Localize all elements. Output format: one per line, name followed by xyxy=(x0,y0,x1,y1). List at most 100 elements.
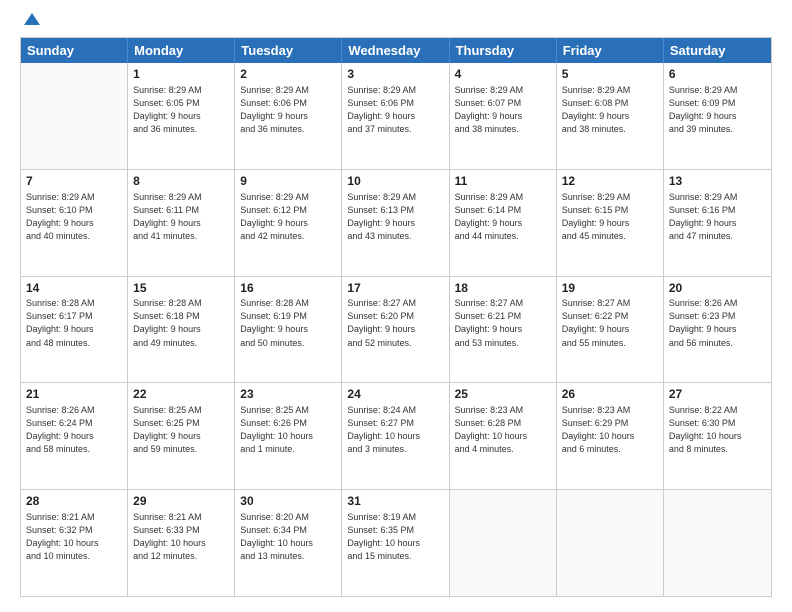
day-info: Sunrise: 8:21 AMSunset: 6:32 PMDaylight:… xyxy=(26,511,122,563)
day-info: Sunrise: 8:22 AMSunset: 6:30 PMDaylight:… xyxy=(669,404,766,456)
day-number: 5 xyxy=(562,66,658,83)
day-number: 25 xyxy=(455,386,551,403)
day-number: 7 xyxy=(26,173,122,190)
calendar-cell: 5Sunrise: 8:29 AMSunset: 6:08 PMDaylight… xyxy=(557,63,664,169)
day-info: Sunrise: 8:29 AMSunset: 6:08 PMDaylight:… xyxy=(562,84,658,136)
calendar-cell: 11Sunrise: 8:29 AMSunset: 6:14 PMDayligh… xyxy=(450,170,557,276)
day-info: Sunrise: 8:26 AMSunset: 6:23 PMDaylight:… xyxy=(669,297,766,349)
day-number: 2 xyxy=(240,66,336,83)
day-info: Sunrise: 8:28 AMSunset: 6:19 PMDaylight:… xyxy=(240,297,336,349)
day-info: Sunrise: 8:24 AMSunset: 6:27 PMDaylight:… xyxy=(347,404,443,456)
calendar-cell: 12Sunrise: 8:29 AMSunset: 6:15 PMDayligh… xyxy=(557,170,664,276)
day-number: 31 xyxy=(347,493,443,510)
day-number: 28 xyxy=(26,493,122,510)
calendar-cell: 21Sunrise: 8:26 AMSunset: 6:24 PMDayligh… xyxy=(21,383,128,489)
calendar-cell: 22Sunrise: 8:25 AMSunset: 6:25 PMDayligh… xyxy=(128,383,235,489)
day-info: Sunrise: 8:29 AMSunset: 6:05 PMDaylight:… xyxy=(133,84,229,136)
day-info: Sunrise: 8:21 AMSunset: 6:33 PMDaylight:… xyxy=(133,511,229,563)
calendar-cell: 6Sunrise: 8:29 AMSunset: 6:09 PMDaylight… xyxy=(664,63,771,169)
day-number: 21 xyxy=(26,386,122,403)
calendar-cell: 16Sunrise: 8:28 AMSunset: 6:19 PMDayligh… xyxy=(235,277,342,383)
day-info: Sunrise: 8:26 AMSunset: 6:24 PMDaylight:… xyxy=(26,404,122,456)
day-number: 1 xyxy=(133,66,229,83)
day-number: 18 xyxy=(455,280,551,297)
day-info: Sunrise: 8:29 AMSunset: 6:06 PMDaylight:… xyxy=(240,84,336,136)
calendar: SundayMondayTuesdayWednesdayThursdayFrid… xyxy=(20,37,772,597)
day-number: 20 xyxy=(669,280,766,297)
calendar-cell: 8Sunrise: 8:29 AMSunset: 6:11 PMDaylight… xyxy=(128,170,235,276)
calendar-cell: 18Sunrise: 8:27 AMSunset: 6:21 PMDayligh… xyxy=(450,277,557,383)
calendar-cell: 7Sunrise: 8:29 AMSunset: 6:10 PMDaylight… xyxy=(21,170,128,276)
day-number: 13 xyxy=(669,173,766,190)
calendar-cell: 26Sunrise: 8:23 AMSunset: 6:29 PMDayligh… xyxy=(557,383,664,489)
calendar-cell xyxy=(450,490,557,596)
day-info: Sunrise: 8:29 AMSunset: 6:07 PMDaylight:… xyxy=(455,84,551,136)
calendar-cell xyxy=(21,63,128,169)
logo-icon xyxy=(22,11,42,31)
page: SundayMondayTuesdayWednesdayThursdayFrid… xyxy=(0,0,792,612)
day-number: 30 xyxy=(240,493,336,510)
day-number: 12 xyxy=(562,173,658,190)
day-info: Sunrise: 8:29 AMSunset: 6:13 PMDaylight:… xyxy=(347,191,443,243)
day-info: Sunrise: 8:29 AMSunset: 6:10 PMDaylight:… xyxy=(26,191,122,243)
calendar-cell: 24Sunrise: 8:24 AMSunset: 6:27 PMDayligh… xyxy=(342,383,449,489)
day-info: Sunrise: 8:25 AMSunset: 6:25 PMDaylight:… xyxy=(133,404,229,456)
calendar-cell: 15Sunrise: 8:28 AMSunset: 6:18 PMDayligh… xyxy=(128,277,235,383)
day-info: Sunrise: 8:29 AMSunset: 6:12 PMDaylight:… xyxy=(240,191,336,243)
day-info: Sunrise: 8:29 AMSunset: 6:14 PMDaylight:… xyxy=(455,191,551,243)
week-row-3: 21Sunrise: 8:26 AMSunset: 6:24 PMDayligh… xyxy=(21,383,771,490)
day-info: Sunrise: 8:29 AMSunset: 6:11 PMDaylight:… xyxy=(133,191,229,243)
day-number: 23 xyxy=(240,386,336,403)
day-info: Sunrise: 8:27 AMSunset: 6:21 PMDaylight:… xyxy=(455,297,551,349)
calendar-cell: 14Sunrise: 8:28 AMSunset: 6:17 PMDayligh… xyxy=(21,277,128,383)
day-number: 8 xyxy=(133,173,229,190)
calendar-body: 1Sunrise: 8:29 AMSunset: 6:05 PMDaylight… xyxy=(21,63,771,596)
day-number: 9 xyxy=(240,173,336,190)
day-info: Sunrise: 8:27 AMSunset: 6:22 PMDaylight:… xyxy=(562,297,658,349)
calendar-cell: 19Sunrise: 8:27 AMSunset: 6:22 PMDayligh… xyxy=(557,277,664,383)
calendar-cell: 2Sunrise: 8:29 AMSunset: 6:06 PMDaylight… xyxy=(235,63,342,169)
day-info: Sunrise: 8:28 AMSunset: 6:18 PMDaylight:… xyxy=(133,297,229,349)
week-row-2: 14Sunrise: 8:28 AMSunset: 6:17 PMDayligh… xyxy=(21,277,771,384)
day-info: Sunrise: 8:29 AMSunset: 6:16 PMDaylight:… xyxy=(669,191,766,243)
day-number: 3 xyxy=(347,66,443,83)
day-info: Sunrise: 8:19 AMSunset: 6:35 PMDaylight:… xyxy=(347,511,443,563)
header-day-friday: Friday xyxy=(557,38,664,63)
header-day-monday: Monday xyxy=(128,38,235,63)
calendar-cell: 27Sunrise: 8:22 AMSunset: 6:30 PMDayligh… xyxy=(664,383,771,489)
header-day-saturday: Saturday xyxy=(664,38,771,63)
calendar-cell: 20Sunrise: 8:26 AMSunset: 6:23 PMDayligh… xyxy=(664,277,771,383)
calendar-cell: 1Sunrise: 8:29 AMSunset: 6:05 PMDaylight… xyxy=(128,63,235,169)
header-day-tuesday: Tuesday xyxy=(235,38,342,63)
day-number: 22 xyxy=(133,386,229,403)
week-row-0: 1Sunrise: 8:29 AMSunset: 6:05 PMDaylight… xyxy=(21,63,771,170)
day-info: Sunrise: 8:23 AMSunset: 6:29 PMDaylight:… xyxy=(562,404,658,456)
day-number: 11 xyxy=(455,173,551,190)
header-day-thursday: Thursday xyxy=(450,38,557,63)
calendar-cell: 13Sunrise: 8:29 AMSunset: 6:16 PMDayligh… xyxy=(664,170,771,276)
day-info: Sunrise: 8:20 AMSunset: 6:34 PMDaylight:… xyxy=(240,511,336,563)
day-number: 27 xyxy=(669,386,766,403)
header xyxy=(20,15,772,27)
day-info: Sunrise: 8:29 AMSunset: 6:09 PMDaylight:… xyxy=(669,84,766,136)
day-number: 4 xyxy=(455,66,551,83)
calendar-cell: 29Sunrise: 8:21 AMSunset: 6:33 PMDayligh… xyxy=(128,490,235,596)
calendar-cell: 17Sunrise: 8:27 AMSunset: 6:20 PMDayligh… xyxy=(342,277,449,383)
day-info: Sunrise: 8:29 AMSunset: 6:06 PMDaylight:… xyxy=(347,84,443,136)
day-info: Sunrise: 8:27 AMSunset: 6:20 PMDaylight:… xyxy=(347,297,443,349)
day-number: 29 xyxy=(133,493,229,510)
logo xyxy=(20,15,42,27)
calendar-cell xyxy=(557,490,664,596)
day-number: 24 xyxy=(347,386,443,403)
day-number: 15 xyxy=(133,280,229,297)
calendar-cell: 28Sunrise: 8:21 AMSunset: 6:32 PMDayligh… xyxy=(21,490,128,596)
day-number: 16 xyxy=(240,280,336,297)
day-number: 17 xyxy=(347,280,443,297)
calendar-cell: 25Sunrise: 8:23 AMSunset: 6:28 PMDayligh… xyxy=(450,383,557,489)
header-day-wednesday: Wednesday xyxy=(342,38,449,63)
calendar-cell xyxy=(664,490,771,596)
day-number: 10 xyxy=(347,173,443,190)
calendar-cell: 10Sunrise: 8:29 AMSunset: 6:13 PMDayligh… xyxy=(342,170,449,276)
day-info: Sunrise: 8:23 AMSunset: 6:28 PMDaylight:… xyxy=(455,404,551,456)
week-row-4: 28Sunrise: 8:21 AMSunset: 6:32 PMDayligh… xyxy=(21,490,771,596)
